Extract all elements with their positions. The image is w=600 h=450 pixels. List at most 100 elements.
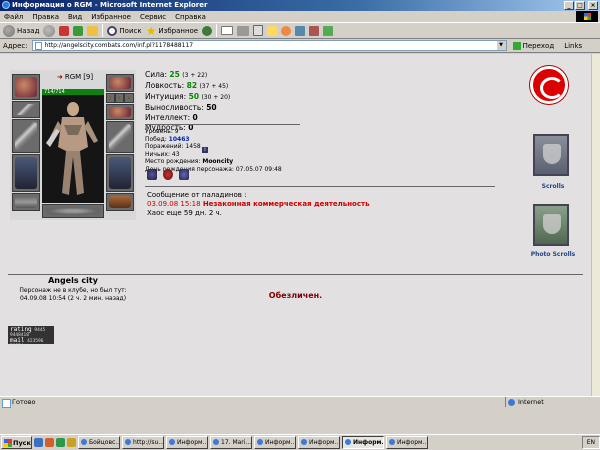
offhand-slot[interactable] <box>106 121 134 153</box>
shield-badge-icon[interactable] <box>147 169 157 180</box>
favorites-button[interactable]: ★ Избранное <box>146 24 199 38</box>
wins-row: Побед: 10463 <box>145 136 282 144</box>
game-logo-icon[interactable] <box>530 66 568 104</box>
media-icon[interactable] <box>202 25 213 36</box>
stat-label: Выносливость: <box>145 103 204 112</box>
nick-level: [9] <box>83 73 94 81</box>
edit-icon[interactable] <box>253 25 264 36</box>
close-button[interactable]: × <box>588 1 598 10</box>
rating-counter[interactable]: rating 9445 9448418 mail 423596 26634 <box>8 326 54 349</box>
messenger-icon[interactable] <box>281 25 292 36</box>
armor-icon <box>15 157 37 189</box>
home-icon[interactable] <box>87 25 99 36</box>
belt-slot[interactable] <box>12 193 40 211</box>
warrior-figure-icon <box>42 95 104 203</box>
bracer-slot[interactable] <box>12 101 40 118</box>
ring-slot-2[interactable] <box>115 93 124 103</box>
birthplace-row: Место рождения: Mooncity <box>145 158 282 166</box>
maximize-button[interactable]: □ <box>575 1 585 10</box>
system-tray[interactable]: EN <box>581 436 600 449</box>
stat-value: 50 <box>188 92 200 101</box>
ring-slot-3[interactable] <box>124 93 134 103</box>
windows-flag-icon <box>4 438 12 447</box>
taskbar-task[interactable]: Бойцовс... <box>78 436 120 449</box>
character-panel: ➜ RGM [9] i 714/714 <box>10 70 208 220</box>
city-name: Angels city <box>48 276 98 285</box>
gloves-slot[interactable] <box>106 104 134 120</box>
start-button[interactable]: Пуск <box>1 436 32 449</box>
vertical-scrollbar[interactable] <box>591 54 600 396</box>
taskbar-task[interactable]: Информ... <box>166 436 208 449</box>
title-bar: Информация о RGM - Microsoft Internet Ex… <box>0 0 600 11</box>
wins-value[interactable]: 10463 <box>169 136 190 143</box>
refresh-icon[interactable] <box>73 25 84 36</box>
badges <box>147 169 189 180</box>
back-label: Назад <box>17 26 40 35</box>
birthplace-label: Место рождения: <box>145 158 201 165</box>
level-label: Уровень: <box>145 128 173 135</box>
address-bar: Адрес: ▼ Переход Links <box>0 39 600 53</box>
taskbar-task[interactable]: 17. Mari... <box>210 436 252 449</box>
extension-icon-2[interactable] <box>323 25 334 36</box>
menu-file[interactable]: Файл <box>4 13 23 21</box>
draws-value: 43 <box>171 150 180 158</box>
taskbar-task[interactable]: http://su... <box>122 436 164 449</box>
taskbar-task[interactable]: Информ... <box>386 436 428 449</box>
go-arrow-icon <box>512 41 521 50</box>
legs-slot[interactable] <box>106 154 134 192</box>
quicklaunch-folder-icon[interactable] <box>67 438 76 447</box>
go-button[interactable]: Переход <box>512 41 555 50</box>
minimize-button[interactable]: _ <box>564 1 574 10</box>
character-portrait <box>42 95 104 203</box>
photo-scrolls-link[interactable]: Photo Scrolls <box>523 251 583 258</box>
quicklaunch-ie-icon[interactable] <box>34 438 43 447</box>
menu-help[interactable]: Справка <box>175 13 206 21</box>
address-input[interactable] <box>44 42 495 49</box>
ring-icon <box>109 96 112 100</box>
status-bar: Готово Internet <box>0 396 600 408</box>
taskbar-task[interactable]: Информ... <box>298 436 340 449</box>
star-badge-icon[interactable] <box>163 169 173 180</box>
quicklaunch-desktop-icon[interactable] <box>56 438 65 447</box>
weapon-slot[interactable] <box>12 119 40 153</box>
stat-bonus: (3 + 22) <box>182 72 208 79</box>
earring-slot[interactable] <box>106 74 134 92</box>
menu-edit[interactable]: Правка <box>32 13 59 21</box>
mail-icon[interactable] <box>221 26 234 35</box>
go-label: Переход <box>522 41 555 50</box>
extension-icon[interactable] <box>309 25 320 36</box>
menu-view[interactable]: Вид <box>68 13 82 21</box>
losses-label: Поражений: <box>145 143 184 150</box>
print-icon[interactable] <box>237 25 250 36</box>
dagger-icon <box>109 124 131 150</box>
boots-slot[interactable] <box>106 193 134 211</box>
discuss-icon[interactable] <box>267 25 278 36</box>
research-icon[interactable] <box>295 25 306 36</box>
ring-slot-1[interactable] <box>106 93 115 103</box>
birthplace-value: Mooncity <box>202 158 234 165</box>
armor-slot[interactable] <box>12 154 40 192</box>
taskbar-task[interactable]: Информ... <box>254 436 296 449</box>
quicklaunch-app-icon[interactable] <box>45 438 54 447</box>
menu-tools[interactable]: Сервис <box>140 13 166 21</box>
menu-favorites[interactable]: Избранное <box>91 13 131 21</box>
links-button[interactable]: Links <box>564 42 582 50</box>
scrolls-banner[interactable] <box>533 134 569 176</box>
taskbar-task[interactable]: Информ... <box>342 436 384 449</box>
stop-icon[interactable] <box>59 25 70 36</box>
paladin-header: Сообщение от паладинов : <box>147 191 247 199</box>
nick-name[interactable]: RGM <box>65 73 81 81</box>
forward-button[interactable] <box>43 24 56 38</box>
search-icon <box>107 25 118 36</box>
photo-scrolls-banner[interactable] <box>533 204 569 246</box>
wolf-badge-icon[interactable] <box>179 169 189 180</box>
chevron-down-icon[interactable]: ▼ <box>496 41 506 50</box>
start-label: Пуск <box>13 438 31 447</box>
stat-row: Интеллект: 0 <box>145 113 230 123</box>
search-button[interactable]: Поиск <box>107 24 142 38</box>
back-button[interactable]: Назад <box>3 24 39 38</box>
losses-row: Поражений: 1458 <box>145 143 282 151</box>
scrolls-link[interactable]: Scrolls <box>523 183 583 190</box>
helmet-slot[interactable] <box>12 74 40 100</box>
stat-row: Ловкость: 82 (37 + 45) <box>145 81 230 92</box>
